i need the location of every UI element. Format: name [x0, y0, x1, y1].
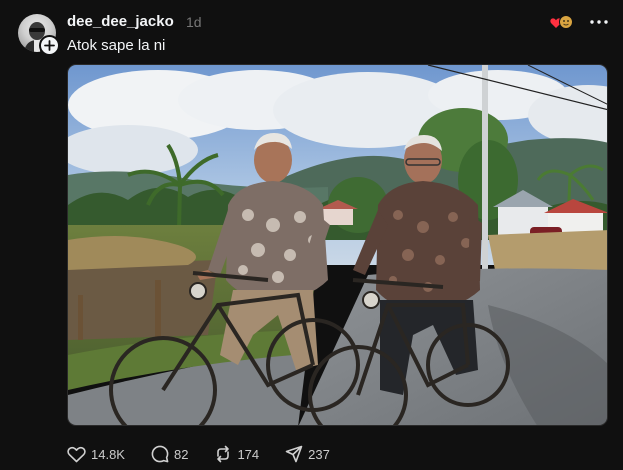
reply-count: 82 — [173, 446, 189, 462]
repost-count: 174 — [237, 446, 260, 462]
post-caption: Atok sape la ni — [67, 37, 166, 54]
liked-by-badge[interactable] — [550, 14, 574, 30]
comment-icon — [151, 445, 169, 463]
send-icon — [285, 445, 303, 463]
username-link[interactable]: dee_dee_jacko — [67, 13, 174, 30]
like-count: 14.8K — [91, 446, 125, 462]
thread-post: dee_dee_jacko 1d Atok sape la ni 14.8K 8… — [0, 0, 623, 470]
repost-icon — [217, 445, 230, 463]
liked-by-icon — [550, 15, 573, 29]
action-bar: 14.8K 82 174 237 — [67, 443, 356, 465]
more-options-button[interactable] — [588, 12, 610, 32]
like-button[interactable]: 14.8K — [67, 443, 125, 465]
heart-icon — [67, 446, 86, 462]
reply-button[interactable]: 82 — [151, 443, 188, 465]
post-timestamp[interactable]: 1d — [186, 14, 202, 30]
repost-button[interactable]: 174 — [214, 443, 259, 465]
share-button[interactable]: 237 — [285, 443, 330, 465]
photo-illustration — [68, 65, 607, 425]
share-count: 237 — [308, 446, 330, 462]
more-dots-icon — [590, 20, 608, 24]
plus-icon — [44, 40, 55, 51]
follow-button[interactable] — [39, 35, 60, 56]
post-photo[interactable] — [67, 64, 608, 426]
